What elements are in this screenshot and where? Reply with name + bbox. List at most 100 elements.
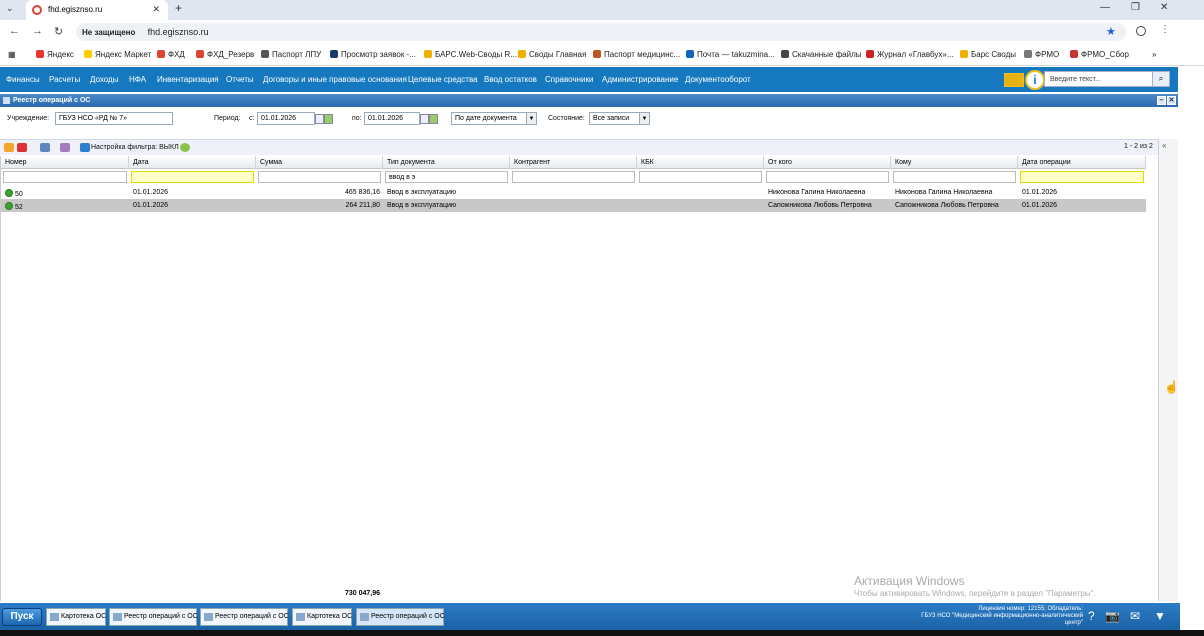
period-to-input[interactable]: 01.01.2026 bbox=[364, 112, 420, 125]
minimize-icon[interactable]: — bbox=[1100, 2, 1110, 13]
collapse-panel-icon[interactable]: « bbox=[1162, 141, 1166, 150]
menu-item[interactable]: Целевые средства bbox=[408, 75, 478, 84]
menu-item[interactable]: Документооборот bbox=[685, 75, 751, 84]
browser-menu-icon[interactable]: ⋮ bbox=[1160, 24, 1170, 35]
taskbar-task[interactable]: Картотека ОС bbox=[46, 608, 106, 626]
close-window-icon[interactable]: ✕ bbox=[1160, 2, 1168, 13]
column-header[interactable]: От кого bbox=[764, 156, 891, 169]
bookmark-item[interactable]: Яндекс Маркет bbox=[84, 50, 151, 59]
close-tab-icon[interactable]: ✕ bbox=[152, 4, 160, 15]
forward-icon[interactable]: → bbox=[32, 25, 43, 37]
tab-list-chevron-icon[interactable]: ⌄ bbox=[6, 3, 14, 14]
bookmark-item[interactable]: Яндекс bbox=[36, 50, 74, 59]
bookmark-item[interactable]: Своды Главная bbox=[518, 50, 586, 59]
column-header[interactable]: Тип документа bbox=[383, 156, 510, 169]
table-row[interactable]: 52 01.01.2026 264 211,80 Ввод в эксплуатаци… bbox=[1, 199, 1146, 212]
help-icon[interactable]: ? bbox=[1088, 609, 1095, 623]
column-header[interactable]: Кому bbox=[891, 156, 1018, 169]
menu-item[interactable]: Договоры и иные правовые основания bbox=[263, 75, 407, 84]
more-bookmarks-icon[interactable]: » bbox=[1152, 50, 1156, 59]
mail-icon[interactable]: ✉ bbox=[1130, 609, 1140, 623]
date-mode-select[interactable]: По дате документа ▼ bbox=[451, 112, 537, 125]
start-button[interactable]: Пуск bbox=[2, 608, 42, 626]
window-close-button[interactable]: ✕ bbox=[1167, 96, 1176, 105]
column-header[interactable]: Контрагент bbox=[510, 156, 637, 169]
column-header[interactable]: Номер bbox=[1, 156, 129, 169]
browser-tab[interactable]: fhd.egisznso.ru ✕ bbox=[26, 0, 168, 20]
column-filter-input[interactable] bbox=[131, 171, 254, 183]
menu-item[interactable]: Ввод остатков bbox=[484, 75, 537, 84]
taskbar-task[interactable]: Картотека ОС bbox=[292, 608, 352, 626]
column-filter-input[interactable] bbox=[512, 171, 635, 183]
menu-item[interactable]: Расчеты bbox=[49, 75, 80, 84]
column-filter-input[interactable] bbox=[639, 171, 762, 183]
taskbar-task[interactable]: Реестр операций с ОС bbox=[200, 608, 289, 626]
taskbar-task[interactable]: Реестр операций с ОС bbox=[356, 608, 445, 626]
bookmark-item[interactable]: ФХД_Резерв bbox=[196, 50, 254, 59]
institution-field[interactable]: ГБУЗ НСО «РД № 7» bbox=[55, 112, 173, 125]
menu-search-input[interactable]: Введите текст... bbox=[1044, 71, 1156, 87]
search-icon[interactable]: ⌕ bbox=[1152, 71, 1170, 87]
bookmark-item[interactable]: Паспорт медицинс... bbox=[593, 50, 680, 59]
bookmark-item[interactable]: БАРС.Web-Своды R... bbox=[424, 50, 517, 59]
menu-item[interactable]: Инвентаризация bbox=[157, 75, 219, 84]
taskbar-menu-icon[interactable]: ▼ bbox=[1154, 609, 1166, 623]
bookmark-item[interactable]: Скачанные файлы bbox=[781, 50, 862, 59]
menu-item[interactable]: Финансы bbox=[6, 75, 40, 84]
bookmark-item[interactable]: ФРМО bbox=[1024, 50, 1059, 59]
column-filter-input[interactable] bbox=[3, 171, 127, 183]
delete-icon[interactable] bbox=[17, 143, 27, 152]
chevron-down-icon[interactable]: ▼ bbox=[526, 113, 536, 124]
bookmark-item[interactable]: Барс Своды bbox=[960, 50, 1016, 59]
vertical-scrollbar[interactable] bbox=[1158, 139, 1178, 601]
chevron-down-icon[interactable]: ▼ bbox=[639, 113, 649, 124]
bookmark-item[interactable]: Журнал «Главбух»... bbox=[866, 50, 954, 59]
camera-icon[interactable]: 📷 bbox=[1105, 609, 1120, 623]
clear-from-icon[interactable] bbox=[324, 114, 333, 124]
restore-icon[interactable]: ❐ bbox=[1131, 2, 1140, 13]
calendar-from-icon[interactable] bbox=[315, 114, 324, 124]
menu-item[interactable]: Доходы bbox=[90, 75, 118, 84]
filter-icon[interactable] bbox=[80, 143, 90, 152]
column-header[interactable]: Сумма bbox=[256, 156, 383, 169]
tools-icon[interactable] bbox=[60, 143, 70, 152]
insecure-badge[interactable]: Не защищено bbox=[82, 28, 135, 37]
column-header[interactable]: Дата bbox=[129, 156, 256, 169]
column-filter-input[interactable]: ввод в э bbox=[385, 171, 508, 183]
taskbar-task[interactable]: Реестр операций с ОС bbox=[109, 608, 198, 626]
clear-to-icon[interactable] bbox=[429, 114, 438, 124]
column-header[interactable]: КБК bbox=[637, 156, 764, 169]
bookmark-item[interactable]: Почта — takuzmina... bbox=[686, 50, 775, 59]
column-filter-input[interactable] bbox=[893, 171, 1016, 183]
reload-icon[interactable]: ↻ bbox=[54, 25, 63, 38]
menu-item[interactable]: Отчеты bbox=[226, 75, 254, 84]
calendar-to-icon[interactable] bbox=[420, 114, 429, 124]
print-icon[interactable] bbox=[40, 143, 50, 152]
menu-item[interactable]: Справочники bbox=[545, 75, 593, 84]
bookmark-item[interactable]: ФХД bbox=[157, 50, 185, 59]
column-filter-input[interactable] bbox=[1020, 171, 1144, 183]
back-icon[interactable]: ← bbox=[9, 25, 20, 37]
column-header[interactable]: Дата операции bbox=[1018, 156, 1146, 169]
bookmark-item[interactable]: Паспорт ЛПУ bbox=[261, 50, 321, 59]
info-icon[interactable]: i bbox=[1025, 70, 1045, 90]
period-from-input[interactable]: 01.01.2026 bbox=[257, 112, 315, 125]
refresh-icon[interactable] bbox=[180, 143, 190, 152]
state-select[interactable]: Все записи ▼ bbox=[589, 112, 650, 125]
column-filter-input[interactable] bbox=[258, 171, 381, 183]
column-filter-input[interactable] bbox=[766, 171, 889, 183]
bookmark-star-icon[interactable]: ★ bbox=[1106, 25, 1116, 38]
bookmark-item[interactable]: ФРМО_Сбор bbox=[1070, 50, 1129, 59]
filter-settings-toggle[interactable]: Настройка фильтра: ВЫКЛ bbox=[91, 144, 179, 151]
menu-item[interactable]: Администрирование bbox=[602, 75, 678, 84]
edit-icon[interactable] bbox=[4, 143, 14, 152]
profile-icon[interactable] bbox=[1136, 26, 1146, 36]
menu-item[interactable]: НФА bbox=[129, 75, 146, 84]
new-tab-icon[interactable]: + bbox=[175, 1, 182, 15]
window-minimize-button[interactable]: – bbox=[1157, 96, 1166, 105]
apps-grid-icon[interactable]: ▦ bbox=[8, 50, 16, 59]
url-input[interactable]: Не защищено fhd.egisznso.ru bbox=[76, 23, 1126, 41]
messages-envelope-icon[interactable] bbox=[1004, 73, 1024, 87]
bookmark-item[interactable]: Просмотр заявок -... bbox=[330, 50, 416, 59]
table-row[interactable]: 50 01.01.2026 465 836,16 Ввод в эксплуатаци… bbox=[1, 186, 1146, 199]
